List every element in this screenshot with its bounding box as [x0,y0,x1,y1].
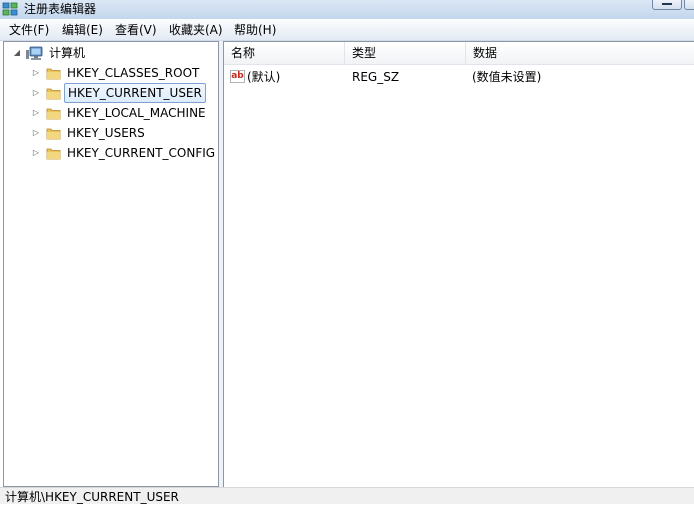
computer-icon [26,46,43,60]
expand-arrow-icon[interactable]: ▷ [32,63,40,83]
status-path: 计算机\HKEY_CURRENT_USER [5,490,179,504]
table-row[interactable]: ab (默认) REG_SZ (数值未设置) [224,67,694,87]
tree-label: HKEY_CLASSES_ROOT [67,66,200,80]
list-header: 名称 类型 数据 [224,42,694,65]
expand-arrow-icon[interactable]: ▷ [32,123,40,143]
window-title: 注册表编辑器 [24,2,97,16]
folder-icon [46,128,61,140]
key-tree-pane[interactable]: ◢ 计算机 ▷ HKEY_CLASSES_ROOT ▷ HKEY_CURRENT… [3,41,219,487]
expand-arrow-icon[interactable]: ▷ [32,83,40,103]
folder-icon [46,88,61,100]
minimize-button[interactable] [652,0,682,10]
folder-icon [46,148,61,160]
column-header-data[interactable]: 数据 [466,42,694,64]
string-value-icon: ab [230,70,245,83]
registry-editor-icon [2,2,18,16]
tree-item-computer[interactable]: ◢ 计算机 [4,43,216,63]
tree-item-hkey-local-machine[interactable]: ▷ HKEY_LOCAL_MACHINE [4,103,216,123]
maximize-button[interactable] [684,0,694,10]
tree-item-hkey-classes-root[interactable]: ▷ HKEY_CLASSES_ROOT [4,63,216,83]
status-bar: 计算机\HKEY_CURRENT_USER [0,487,694,504]
menu-favorites[interactable]: 收藏夹(A) [169,22,223,38]
title-bar[interactable]: 注册表编辑器 [0,0,694,19]
menu-file[interactable]: 文件(F) [9,22,49,38]
menu-help[interactable]: 帮助(H) [234,22,276,38]
tree-label: HKEY_USERS [67,126,145,140]
value-type: REG_SZ [352,70,400,84]
menu-view[interactable]: 查看(V) [115,22,157,38]
expand-arrow-icon[interactable]: ▷ [32,143,40,163]
folder-icon [46,108,61,120]
value-name: (默认) [247,70,281,84]
tree-label-selected: HKEY_CURRENT_USER [64,83,206,103]
expand-arrow-icon[interactable]: ▷ [32,103,40,123]
value-list-pane[interactable]: 名称 类型 数据 ab (默认) REG_SZ (数值未设置) [223,41,694,487]
value-data: (数值未设置) [472,70,542,84]
tree-label-computer: 计算机 [49,46,86,60]
column-header-name[interactable]: 名称 [224,42,345,64]
tree-label: HKEY_CURRENT_CONFIG [67,146,216,160]
menu-edit[interactable]: 编辑(E) [62,22,103,38]
tree-item-hkey-current-user[interactable]: ▷ HKEY_CURRENT_USER [4,83,216,103]
tree-item-hkey-current-config[interactable]: ▷ HKEY_CURRENT_CONFIG [4,143,216,163]
tree-label: HKEY_LOCAL_MACHINE [67,106,206,120]
column-header-type[interactable]: 类型 [345,42,466,64]
collapse-arrow-icon[interactable]: ◢ [13,43,21,63]
folder-icon [46,68,61,80]
tree-item-hkey-users[interactable]: ▷ HKEY_USERS [4,123,216,143]
menu-bar: 文件(F) 编辑(E) 查看(V) 收藏夹(A) 帮助(H) [0,19,694,41]
